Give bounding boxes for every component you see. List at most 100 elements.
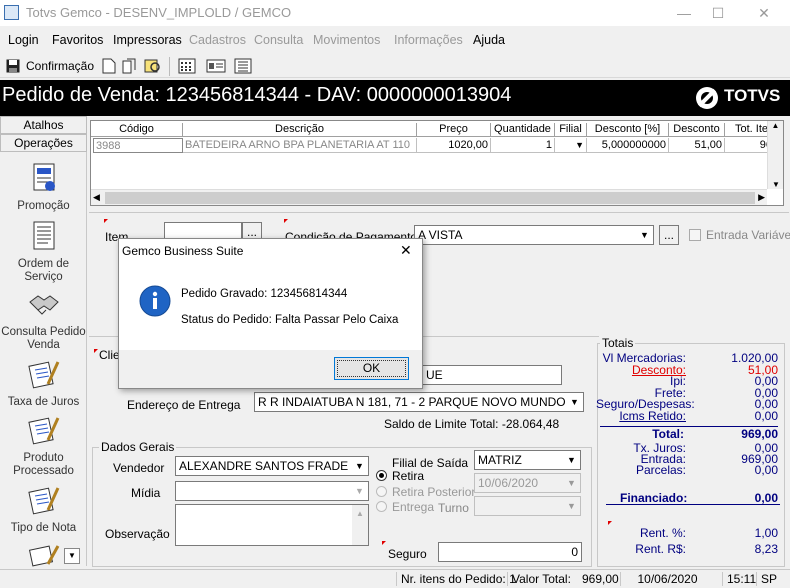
dialog-line2: Status do Pedido: Falta Passar Pelo Caix… <box>181 314 399 326</box>
maximize-button[interactable]: ☐ <box>698 3 738 23</box>
sidebar-item-produto-processado[interactable]: Produto Processado <box>0 414 87 478</box>
confirm-button[interactable]: Confirmação <box>4 56 94 76</box>
copy-icon[interactable] <box>122 58 138 78</box>
cliente-label: Clie <box>99 348 120 362</box>
entrada-variavel-checkbox[interactable] <box>689 229 701 241</box>
notes-icon <box>27 361 59 389</box>
chevron-down-icon: ▼ <box>640 230 649 240</box>
scroll-left-icon[interactable]: ◀ <box>93 192 100 203</box>
list-icon[interactable] <box>234 58 252 78</box>
col-desconto[interactable]: Desconto <box>669 123 725 137</box>
status-valor-value: 969,00 <box>582 572 619 586</box>
chevron-down-icon: ▼ <box>567 455 576 465</box>
status-hora: 15:11 <box>722 572 756 586</box>
scroll-thumb[interactable] <box>105 192 755 204</box>
sidebar-item-label: Ordem de Serviço <box>17 258 70 283</box>
sidebar-item-tipo-nota[interactable]: Tipo de Nota <box>0 484 87 535</box>
chevron-down-icon: ▼ <box>566 393 583 411</box>
service-order-icon <box>33 221 54 250</box>
cell-filial-dropdown[interactable]: ▼ <box>555 138 587 153</box>
endereco-select[interactable]: R R INDAIATUBA N 181, 71 - 2 PARQUE NOVO… <box>254 392 584 412</box>
parcelas-label: Parcelas: <box>635 463 686 477</box>
tab-operacoes[interactable]: Operações <box>0 134 87 152</box>
menu-informacoes[interactable]: Informações <box>394 33 463 47</box>
totais-row-value: 0,00 <box>754 409 778 423</box>
turno-label: Turno <box>438 501 469 515</box>
cell-quantidade[interactable]: 1 <box>491 138 555 153</box>
parcelas-value: 0,00 <box>754 463 778 477</box>
dialog-ok-button[interactable]: OK <box>334 357 409 380</box>
chevron-down-icon: ▼ <box>575 140 584 150</box>
condicao-lookup-button[interactable]: ... <box>659 225 679 245</box>
filial-saida-select[interactable]: MATRIZ ▼ <box>474 450 581 470</box>
financiado-label: Financiado: <box>620 491 688 505</box>
menu-favoritos[interactable]: Favoritos <box>52 33 103 47</box>
sidebar-item-promocao[interactable]: Promoção <box>0 162 87 213</box>
retira-posterior-radio[interactable] <box>376 486 387 497</box>
menu-consulta[interactable]: Consulta <box>254 33 303 47</box>
grid-horizontal-scrollbar[interactable]: ◀ ▶ <box>91 189 767 205</box>
vendedor-select[interactable]: ALEXANDRE SANTOS FRADE ▼ <box>175 456 369 476</box>
menu-bar: Login Favoritos Impressoras Cadastros Co… <box>0 30 790 50</box>
menu-login[interactable]: Login <box>8 33 39 47</box>
turno-select[interactable]: ▼ <box>474 496 581 516</box>
sidebar-item-label: Produto Processado <box>13 452 74 477</box>
data-select[interactable]: 10/06/2020 ▼ <box>474 473 581 493</box>
required-marker <box>608 521 612 525</box>
endereco-label: Endereço de Entrega <box>127 398 241 412</box>
new-document-icon[interactable] <box>102 58 116 78</box>
close-window-button[interactable]: ✕ <box>744 3 784 23</box>
dialog-title: Gemco Business Suite <box>122 244 244 258</box>
sidebar-item-ordem-servico[interactable]: Ordem de Serviço <box>0 220 87 284</box>
dados-gerais-title: Dados Gerais <box>99 440 177 454</box>
col-desconto-pct[interactable]: Desconto [%] <box>587 123 669 137</box>
entrega-radio[interactable] <box>376 501 387 512</box>
menu-ajuda[interactable]: Ajuda <box>473 33 505 47</box>
grid-vertical-scrollbar[interactable]: ▲ ▼ <box>767 121 783 189</box>
id-card-icon[interactable] <box>206 58 226 78</box>
sidebar-scroll-down-button[interactable]: ▼ <box>64 548 80 564</box>
scroll-right-icon[interactable]: ▶ <box>758 192 765 203</box>
condicao-value: A VISTA <box>418 228 463 242</box>
chevron-down-icon: ▼ <box>355 486 364 496</box>
scroll-up-icon[interactable]: ▲ <box>768 121 783 130</box>
promotion-icon <box>33 163 55 191</box>
calculator-icon[interactable] <box>178 58 196 78</box>
dialog-close-button[interactable]: ✕ <box>400 242 412 259</box>
observacao-textarea[interactable]: ▲▼ <box>175 504 369 546</box>
col-quantidade[interactable]: Quantidade <box>491 123 555 137</box>
textarea-scrollbar[interactable]: ▲▼ <box>352 505 368 545</box>
cliente-input[interactable]: UE <box>422 365 562 385</box>
sidebar-item-taxa-juros[interactable]: Taxa de Juros <box>0 358 87 409</box>
tab-atalhos[interactable]: Atalhos <box>0 116 87 134</box>
saldo-limite: Saldo de Limite Total: -28.064,48 <box>384 417 560 431</box>
cell-desconto-pct[interactable]: 5,000000000 <box>587 138 669 153</box>
confirm-label: Confirmação <box>26 59 95 73</box>
menu-movimentos[interactable]: Movimentos <box>313 33 380 47</box>
cell-descricao[interactable]: BATEDEIRA ARNO BPA PLANETARIA AT 110 <box>183 138 417 153</box>
vendedor-label: Vendedor <box>113 461 165 475</box>
menu-impressoras[interactable]: Impressoras <box>113 33 182 47</box>
condicao-select[interactable]: A VISTA ▼ <box>414 225 654 245</box>
scroll-down-icon[interactable]: ▼ <box>768 180 784 189</box>
chevron-down-icon: ▼ <box>567 478 576 488</box>
cell-preco[interactable]: 1020,00 <box>417 138 491 153</box>
menu-cadastros[interactable]: Cadastros <box>189 33 246 47</box>
sidebar-item-consulta-pedido[interactable]: Consulta Pedido Venda <box>0 288 87 352</box>
rent-rs-label: Rent. R$: <box>635 542 686 556</box>
seguro-input[interactable]: 0 <box>438 542 582 562</box>
col-codigo[interactable]: Código <box>91 123 183 137</box>
status-bar: Nr. itens do Pedido: 1 Valor Total: 969,… <box>0 569 790 588</box>
retira-posterior-label: Retira Posterior <box>392 485 476 499</box>
cell-desconto[interactable]: 51,00 <box>669 138 725 153</box>
entrada-variavel-label: Entrada Variável <box>706 228 790 242</box>
search-tools-icon[interactable] <box>144 58 162 78</box>
col-descricao[interactable]: Descrição <box>183 123 417 137</box>
financiado-value: 0,00 <box>754 491 778 505</box>
col-filial[interactable]: Filial <box>555 123 587 137</box>
cell-codigo[interactable]: 3988 <box>93 138 183 153</box>
retira-radio[interactable] <box>376 470 387 481</box>
midia-select[interactable]: ▼ <box>175 481 369 501</box>
message-dialog: Gemco Business Suite ✕ Pedido Gravado: 1… <box>118 238 423 389</box>
col-preco[interactable]: Preço <box>417 123 491 137</box>
